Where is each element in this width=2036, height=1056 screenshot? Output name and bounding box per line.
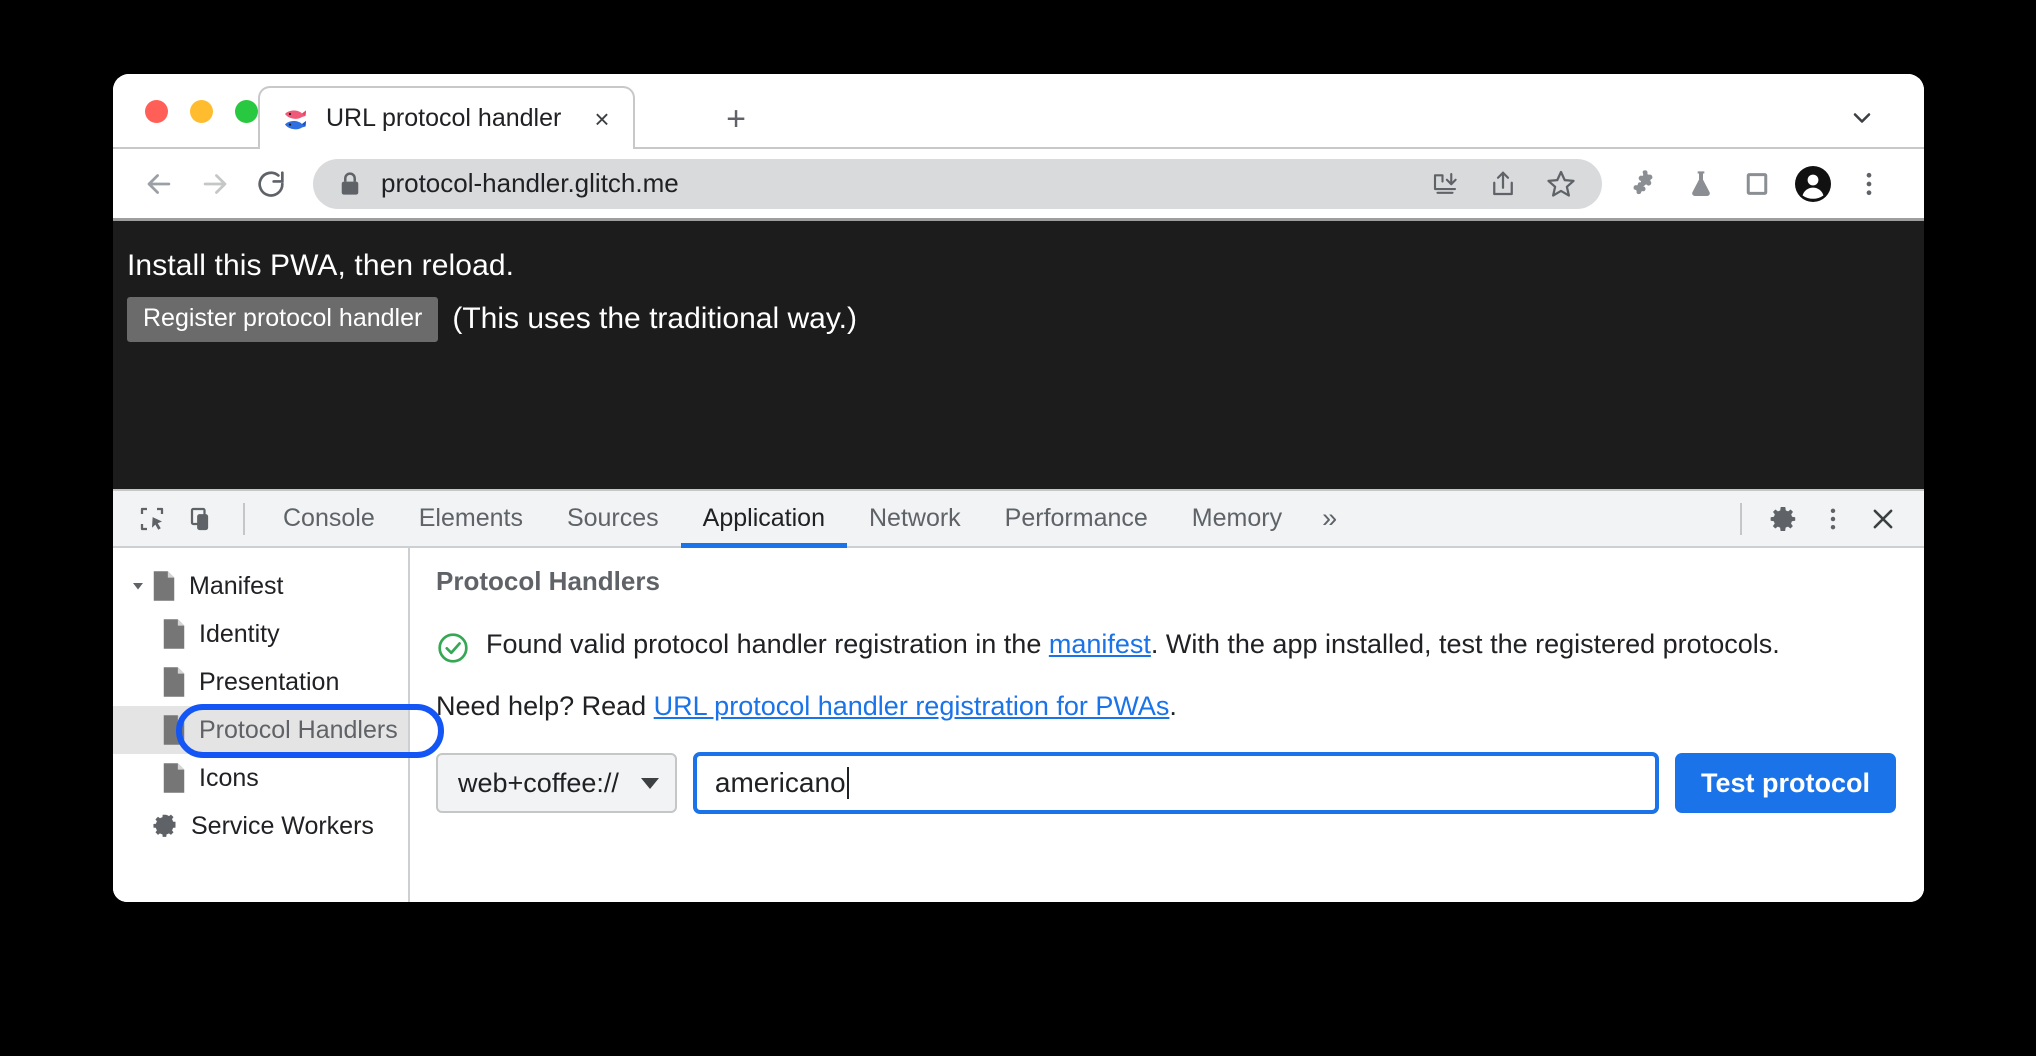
manifest-link[interactable]: manifest [1049, 629, 1151, 659]
close-window-button[interactable] [145, 100, 168, 123]
sidebar-item-icons[interactable]: Icons [113, 754, 408, 802]
help-suffix: . [1169, 691, 1177, 721]
tab-sources[interactable]: Sources [545, 491, 681, 546]
test-protocol-button[interactable]: Test protocol [1674, 753, 1896, 813]
more-tabs-icon[interactable]: » [1304, 491, 1355, 546]
close-icon[interactable]: × [587, 104, 617, 134]
experiments-flask-icon[interactable] [1674, 157, 1728, 211]
address-bar-url: protocol-handler.glitch.me [381, 168, 679, 198]
browser-toolbar: protocol-handler.glitch.me [113, 149, 1924, 221]
page-heading: Install this PWA, then reload. [127, 249, 515, 282]
devtools-tablist: Console Elements Sources Application Net… [261, 491, 1355, 548]
devtools-toolbar-right [1724, 495, 1924, 543]
status-text-prefix: Found valid protocol handler registratio… [486, 629, 1049, 659]
sidebar-item-label: Identity [199, 619, 280, 648]
page-note: (This uses the traditional way.) [452, 302, 857, 336]
doc-icon [161, 618, 187, 650]
reload-icon[interactable] [243, 156, 299, 212]
devtools-body: Manifest Identity Presentation Protocol … [113, 548, 1924, 902]
sidebar-item-label: Manifest [189, 571, 284, 600]
gear-icon[interactable] [1758, 495, 1808, 543]
address-bar[interactable]: protocol-handler.glitch.me [313, 158, 1602, 209]
text-cursor [846, 767, 849, 799]
chevron-down-icon [640, 777, 659, 789]
chevron-down-icon[interactable] [1840, 96, 1884, 140]
gear-icon [151, 812, 179, 840]
sidebar-item-presentation[interactable]: Presentation [113, 658, 408, 706]
toolbar-divider [243, 502, 245, 535]
protocol-scheme-value: web+coffee:// [458, 767, 619, 798]
screenshot-stage: URL protocol handler × + protocol-handle… [0, 0, 2036, 1056]
web-page-content: Install this PWA, then reload. Register … [113, 221, 1924, 489]
status-message: Found valid protocol handler registratio… [436, 627, 1896, 665]
share-icon[interactable] [1476, 159, 1530, 209]
browser-menu-icon[interactable] [1842, 157, 1896, 211]
side-panel-icon[interactable] [1730, 157, 1784, 211]
device-toolbar-icon[interactable] [177, 495, 227, 543]
status-text-suffix: . With the app installed, test the regis… [1150, 629, 1780, 659]
minimize-window-button[interactable] [190, 100, 213, 123]
more-options-icon[interactable] [1808, 495, 1858, 543]
tab-console[interactable]: Console [261, 491, 397, 546]
tab-performance[interactable]: Performance [983, 491, 1170, 546]
extensions-puzzle-icon[interactable] [1618, 157, 1672, 211]
inspect-element-icon[interactable] [127, 495, 177, 543]
sidebar-item-service-workers[interactable]: Service Workers [113, 802, 408, 850]
bookmark-star-icon[interactable] [1534, 159, 1588, 209]
tab-elements[interactable]: Elements [397, 491, 545, 546]
manifest-doc-icon [151, 570, 177, 602]
application-sidebar-tree: Manifest Identity Presentation Protocol … [113, 548, 444, 902]
help-message: Need help? Read URL protocol handler reg… [436, 691, 1896, 722]
twisty-expanded-icon[interactable] [125, 578, 151, 594]
sidebar-item-label: Icons [199, 763, 259, 792]
tab-network[interactable]: Network [847, 491, 983, 546]
sidebar-item-identity[interactable]: Identity [113, 610, 408, 658]
help-prefix: Need help? Read [436, 691, 654, 721]
protocol-path-input[interactable]: americano [692, 752, 1659, 814]
forward-arrow-icon[interactable] [187, 156, 243, 212]
back-arrow-icon[interactable] [131, 156, 187, 212]
tropical-fish-icon [282, 105, 310, 133]
sidebar-item-protocol-handlers[interactable]: Protocol Handlers [113, 706, 408, 754]
success-check-icon [436, 631, 470, 665]
register-protocol-handler-button[interactable]: Register protocol handler [127, 296, 439, 342]
protocol-path-value: americano [714, 767, 846, 798]
tab-strip: URL protocol handler × + [113, 74, 1924, 149]
devtools-toolbar: Console Elements Sources Application Net… [113, 491, 1924, 548]
doc-icon [161, 762, 187, 794]
toolbar-right-icons [1618, 157, 1896, 211]
sidebar-item-manifest[interactable]: Manifest [113, 562, 408, 610]
new-tab-button[interactable]: + [713, 96, 759, 142]
maximize-window-button[interactable] [235, 100, 258, 123]
protocol-test-controls: web+coffee:// americano Test protocol [436, 752, 1896, 814]
doc-icon [161, 714, 187, 746]
page-controls-row: Register protocol handler (This uses the… [127, 296, 1924, 342]
profile-avatar-icon[interactable] [1786, 157, 1840, 211]
sidebar-item-label: Protocol Handlers [199, 715, 398, 744]
page-title: Protocol Handlers [436, 566, 660, 596]
documentation-link[interactable]: URL protocol handler registration for PW… [654, 691, 1170, 721]
status-text: Found valid protocol handler registratio… [486, 627, 1780, 663]
toolbar-divider-right [1740, 502, 1742, 535]
lock-icon[interactable] [339, 171, 361, 197]
devtools-panel: Console Elements Sources Application Net… [113, 489, 1924, 902]
doc-icon [161, 666, 187, 698]
omnibox-actions [1418, 159, 1588, 209]
window-traffic-lights [145, 100, 258, 123]
sidebar-item-label: Presentation [199, 667, 340, 696]
close-devtools-icon[interactable] [1858, 495, 1908, 543]
tab-title: URL protocol handler [326, 104, 562, 132]
tab-application[interactable]: Application [680, 491, 848, 548]
sidebar-item-label: Service Workers [191, 811, 374, 840]
protocol-scheme-select[interactable]: web+coffee:// [436, 753, 677, 813]
install-pwa-icon[interactable] [1418, 159, 1472, 209]
browser-tab[interactable]: URL protocol handler × [258, 86, 635, 149]
tab-memory[interactable]: Memory [1170, 491, 1304, 546]
browser-window: URL protocol handler × + protocol-handle… [113, 74, 1924, 902]
protocol-handlers-panel: Protocol Handlers Found valid protocol h… [410, 548, 1924, 902]
